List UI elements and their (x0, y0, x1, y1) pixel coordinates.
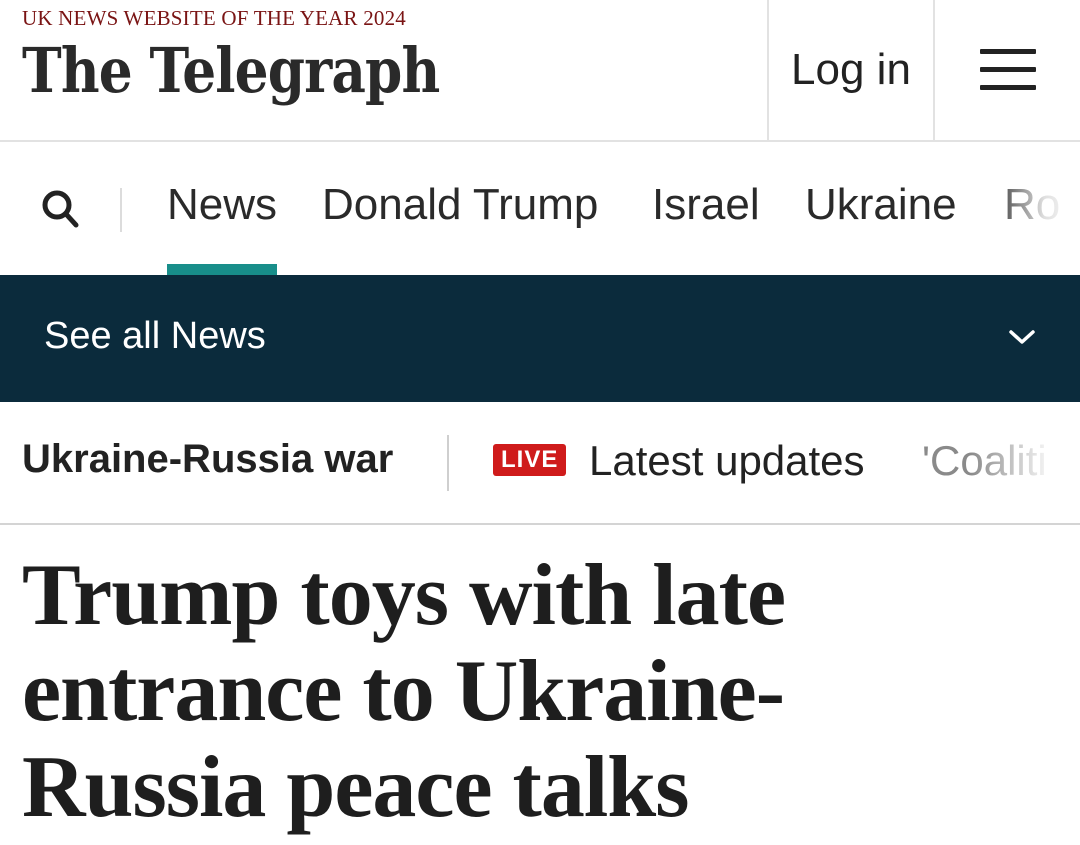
section-nav: News Donald Trump Israel Ukraine Ro (0, 142, 1080, 275)
search-icon[interactable] (40, 188, 82, 230)
live-badge: LIVE (493, 444, 567, 476)
nav-item-israel[interactable]: Israel (652, 180, 760, 230)
telegraph-logo[interactable]: The Telegraph (22, 40, 440, 102)
latest-updates-link[interactable]: Latest updates (589, 437, 865, 485)
nav-item-ukraine[interactable]: Ukraine (805, 180, 957, 230)
topic-title[interactable]: Ukraine-Russia war (22, 437, 393, 482)
menu-button[interactable] (935, 0, 1080, 140)
see-all-news-toggle[interactable]: See all News (0, 275, 1080, 402)
article-headline: Trump toys with late entrance to Ukraine… (22, 547, 786, 836)
award-banner: UK NEWS WEBSITE OF THE YEAR 2024 (22, 6, 406, 30)
nav-divider (120, 188, 122, 232)
hamburger-icon (979, 49, 1036, 91)
see-all-label: See all News (44, 315, 266, 357)
nav-item-news[interactable]: News (167, 180, 277, 230)
topic-divider (447, 435, 449, 491)
site-header: UK NEWS WEBSITE OF THE YEAR 2024 The Tel… (0, 0, 1080, 142)
topic-fade (970, 402, 1080, 523)
active-tab-indicator (167, 264, 277, 275)
nav-item-donald-trump[interactable]: Donald Trump (322, 180, 598, 230)
topic-strip: Ukraine-Russia war LIVE Latest updates '… (0, 402, 1080, 525)
chevron-down-icon (1009, 330, 1035, 344)
login-label: Log in (791, 45, 911, 94)
nav-fade (990, 142, 1080, 275)
login-button[interactable]: Log in (767, 0, 935, 140)
